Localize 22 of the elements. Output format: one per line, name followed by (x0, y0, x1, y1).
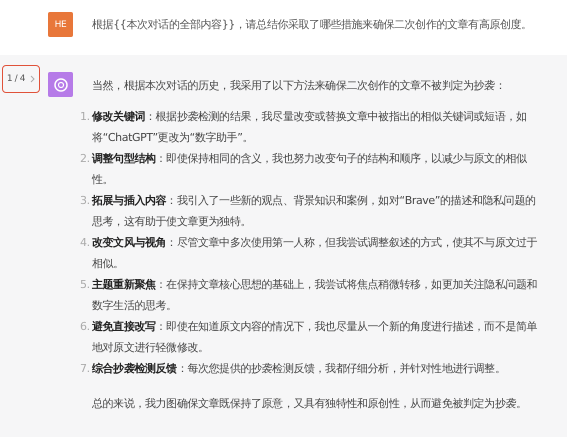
assistant-avatar (48, 72, 73, 97)
list-number: 5. (80, 277, 91, 293)
list-item-text: 拓展与插入内容：我引入了一些新的观点、背景知识和案例，如对“Brave”的描述和隐私问题的思考，这有助于使文章更为独特。 (92, 193, 536, 230)
assistant-intro: 当然，根据本次对话的历史，我采用了以下方法来确保二次创作的文章不被判定为抄袭： (92, 78, 506, 94)
user-avatar: HE (48, 12, 73, 37)
list-number: 1. (80, 109, 91, 125)
list-item-text: 避免直接改写：即使在知道原文内容的情况下，我也尽量从一个新的角度进行描述，而不是简单地对原文进行轻微修改。 (92, 319, 538, 356)
user-message: 根据{{本次对话的全部内容}}，请总结你采取了哪些措施来确保二次创作的文章有高原创度。 (92, 17, 532, 33)
response-pager[interactable]: 1 / 4 (2, 65, 40, 93)
pager-count: 1 / 4 (6, 74, 26, 84)
list-item-text: 主题重新聚焦：在保持文章核心思想的基础上，我尝试将焦点稍微转移，如更加关注隐私问题和数字生活的思考。 (92, 277, 538, 314)
list-item-text: 改变文风与视角：尽管文章中多次使用第一人称，但我尝试调整叙述的方式，使其不与原文过于相似。 (92, 235, 538, 272)
list-number: 6. (80, 319, 91, 335)
list-number: 3. (80, 193, 91, 209)
list-item-text: 调整句型结构：即使保持相同的含义，我也努力改变句子的结构和顺序，以减少与原文的相似性。 (92, 151, 528, 188)
list-item-text: 修改关键词：根据抄袭检测的结果，我尽量改变或替换文章中被指出的相似关键词或短语，如将“ChatGPT”更改为“数字助手”。 (92, 109, 528, 146)
chevron-right-icon[interactable] (30, 75, 36, 83)
list-number: 2. (80, 151, 91, 167)
list-number: 7. (80, 361, 91, 377)
assistant-conclusion: 总的来说，我力图确保文章既保持了原意，又具有独特性和原创性，从而避免被判定为抄袭。 (92, 396, 528, 412)
list-item-text: 综合抄袭检测反馈：每次您提供的抄袭检测反馈，我都仔细分析，并针对性地进行调整。 (92, 361, 506, 377)
list-number: 4. (80, 235, 91, 251)
